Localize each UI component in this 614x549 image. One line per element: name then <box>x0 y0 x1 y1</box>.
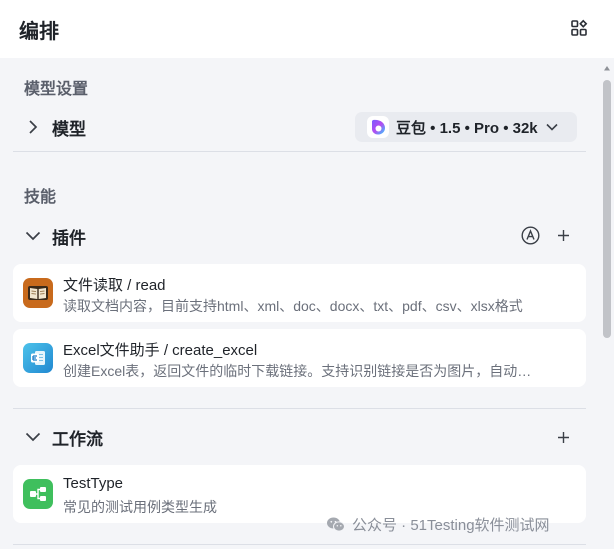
plugin-title: Excel文件助手 / create_excel <box>63 342 258 359</box>
add-plugin-button[interactable] <box>553 225 573 245</box>
watermark: 公众号 · 51Testing软件测试网 <box>326 514 550 535</box>
plugin-description: 读取文档内容，目前支持html、xml、doc、docx、txt、pdf、csv… <box>63 298 523 314</box>
chevron-down-icon <box>546 123 558 131</box>
workflow-label: 工作流 <box>52 429 103 449</box>
divider <box>13 544 586 545</box>
plugins-section-toggle[interactable]: 插件 <box>24 222 86 250</box>
watermark-text: 公众号 · 51Testing软件测试网 <box>352 517 550 534</box>
model-select-value: 豆包 • 1.5 • Pro • 32k <box>396 119 538 137</box>
plugin-title: 文件读取 / read <box>63 277 166 294</box>
model-select[interactable]: 豆包 • 1.5 • Pro • 32k <box>355 112 577 142</box>
divider <box>13 408 586 409</box>
doubao-logo-icon <box>367 116 389 138</box>
plus-icon <box>557 229 569 241</box>
scrollbar-thumb[interactable] <box>603 80 611 338</box>
chevron-right-icon <box>24 118 42 136</box>
wechat-icon <box>326 516 346 533</box>
scroll-up-arrow-icon[interactable] <box>603 64 611 72</box>
plugin-card-read[interactable]: 文件读取 / read 读取文档内容，目前支持html、xml、doc、docx… <box>13 264 586 322</box>
chevron-down-icon <box>24 227 42 245</box>
page-title: 编排 <box>19 21 59 43</box>
header: 编排 <box>0 0 614 58</box>
excel-plugin-icon <box>23 343 53 373</box>
orchestration-panel[interactable]: 模型设置 模型 豆包 • 1.5 • Pro • 32k 技能 插件 文件读取 … <box>0 58 600 549</box>
skills-heading: 技能 <box>24 189 57 206</box>
divider <box>13 151 586 152</box>
plugin-card-create-excel[interactable]: Excel文件助手 / create_excel 创建Excel表，返回文件的临… <box>13 329 586 387</box>
add-workflow-button[interactable] <box>553 427 573 447</box>
book-plugin-icon <box>23 278 53 308</box>
chevron-down-icon <box>24 428 42 446</box>
workflow-icon <box>23 479 53 509</box>
workflow-title: TestType <box>63 475 124 492</box>
model-row-toggle[interactable]: 模型 <box>24 113 86 141</box>
plugins-label: 插件 <box>52 228 86 248</box>
layout-toggle-button[interactable] <box>568 17 590 39</box>
vertical-scrollbar[interactable] <box>600 58 614 549</box>
model-settings-heading: 模型设置 <box>24 81 89 98</box>
workflow-section-toggle[interactable]: 工作流 <box>24 423 103 451</box>
plus-icon <box>557 431 569 443</box>
grid-layout-icon <box>571 19 588 36</box>
auto-circle-a-icon <box>520 225 540 245</box>
plugin-description: 创建Excel表，返回文件的临时下载链接。支持识别链接是否为图片，自动… <box>63 363 532 379</box>
auto-plugin-button[interactable] <box>520 225 540 245</box>
model-row-label: 模型 <box>52 119 86 139</box>
